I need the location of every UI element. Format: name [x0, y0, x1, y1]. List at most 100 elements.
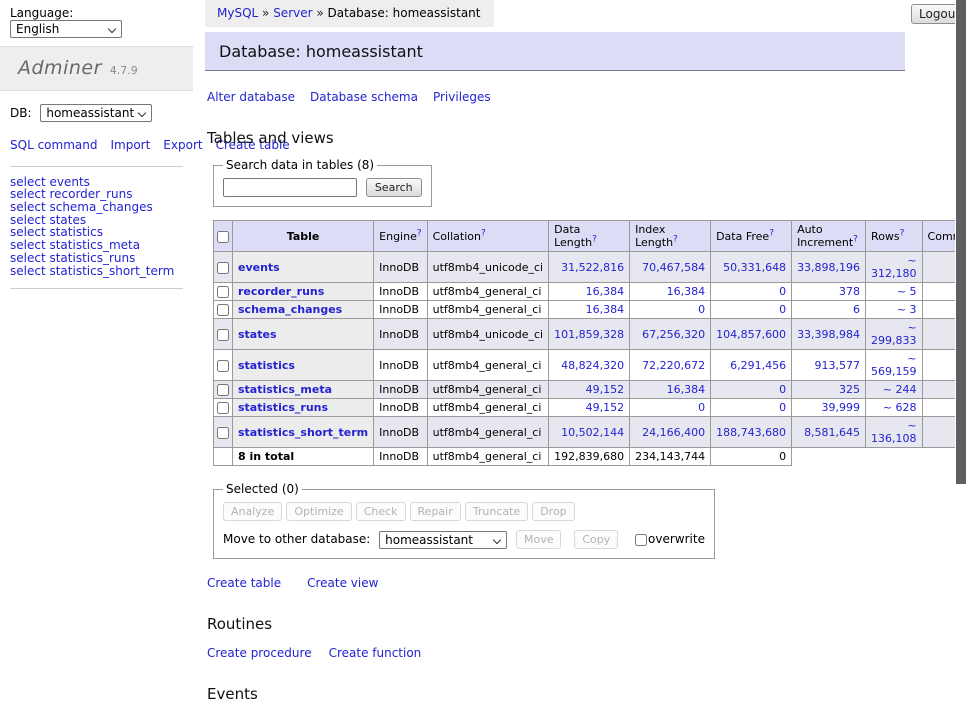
column-header-data-length: Data Length? [549, 221, 630, 252]
breadcrumb-link[interactable]: Server [273, 6, 312, 20]
table-name-link[interactable]: events [238, 261, 280, 274]
rows-estimate-link[interactable]: ~ 5 [897, 285, 917, 298]
column-header-label: Engine [379, 230, 417, 243]
table-name-link[interactable]: statistics_short_term [238, 426, 368, 439]
index-length-cell: 67,256,320 [630, 319, 711, 350]
data-free-cell: 0 [711, 399, 792, 417]
move-database-select[interactable]: homeassistant [379, 531, 507, 549]
row-checkbox[interactable] [217, 402, 229, 414]
move-button[interactable]: Move [516, 530, 562, 549]
database-action-link[interactable]: Privileges [433, 90, 491, 104]
data-free-cell: 0 [711, 301, 792, 319]
row-checkbox[interactable] [217, 262, 229, 274]
bulk-repair-button[interactable]: Repair [410, 502, 461, 521]
db-label: DB: [10, 106, 32, 120]
table-name-cell: recorder_runs [233, 283, 374, 301]
sidebar-action-link[interactable]: Export [163, 138, 202, 152]
column-help: ? [481, 228, 486, 238]
engine-cell: InnoDB [374, 399, 427, 417]
overwrite-option[interactable]: overwrite [635, 532, 705, 546]
search-input[interactable] [223, 178, 357, 197]
rows-estimate-link[interactable]: ~ 3 [897, 303, 917, 316]
table-header-row: TableEngine?Collation?Data Length?Index … [214, 221, 966, 252]
bulk-analyze-button[interactable]: Analyze [223, 502, 282, 521]
database-action-link[interactable]: Alter database [207, 90, 295, 104]
table-name-link[interactable]: statistics [238, 359, 295, 372]
table-name-link[interactable]: schema_changes [238, 303, 342, 316]
rows-estimate-cell: ~ 569,159 [866, 350, 922, 381]
row-checkbox[interactable] [217, 304, 229, 316]
create-function-link[interactable]: Create function [329, 646, 422, 660]
row-checkbox-cell [214, 399, 233, 417]
index-length-cell: 24,166,400 [630, 417, 711, 448]
create-procedure-link[interactable]: Create procedure [207, 646, 312, 660]
row-checkbox[interactable] [217, 286, 229, 298]
rows-estimate-link[interactable]: ~ 628 [883, 401, 917, 414]
auto-increment-cell: 39,999 [792, 399, 866, 417]
copy-button[interactable]: Copy [574, 530, 618, 549]
sidebar-action-link[interactable]: SQL command [10, 138, 97, 152]
database-action-link[interactable]: Database schema [310, 90, 418, 104]
language-label: Language: [10, 6, 73, 20]
sidebar-actions: SQL commandImportExportCreate table [10, 136, 183, 167]
column-help-link[interactable]: ? [481, 228, 486, 238]
bulk-truncate-button[interactable]: Truncate [465, 502, 528, 521]
rows-estimate-link[interactable]: ~ 569,159 [871, 352, 917, 378]
table-row: eventsInnoDButf8mb4_unicode_ci31,522,816… [214, 252, 966, 283]
bulk-drop-button[interactable]: Drop [532, 502, 574, 521]
table-name-link[interactable]: recorder_runs [238, 285, 324, 298]
column-help-link[interactable]: ? [769, 228, 774, 238]
table-row: recorder_runsInnoDButf8mb4_general_ci16,… [214, 283, 966, 301]
engine-cell: InnoDB [374, 301, 427, 319]
chevron-down-icon [138, 109, 146, 117]
language-select[interactable]: English [10, 20, 122, 38]
rows-estimate-link[interactable]: ~ 299,833 [871, 321, 917, 347]
total-engine-cell: InnoDB [374, 448, 427, 466]
table-name-link[interactable]: states [238, 328, 277, 341]
breadcrumb-link[interactable]: MySQL [217, 6, 258, 20]
rows-estimate-link[interactable]: ~ 244 [883, 383, 917, 396]
overwrite-checkbox[interactable] [635, 534, 647, 546]
bulk-optimize-button[interactable]: Optimize [286, 502, 351, 521]
data-free-cell: 0 [711, 283, 792, 301]
create-table-link[interactable]: Create table [207, 576, 281, 590]
column-help: ? [592, 234, 597, 244]
bulk-check-button[interactable]: Check [356, 502, 406, 521]
row-checkbox[interactable] [217, 384, 229, 396]
column-help-link[interactable]: ? [900, 228, 905, 238]
rows-estimate-link[interactable]: ~ 312,180 [871, 254, 917, 280]
rows-estimate-link[interactable]: ~ 136,108 [871, 419, 917, 445]
chevron-down-icon [108, 25, 116, 33]
scrollbar-thumb[interactable] [956, 0, 966, 484]
column-help-link[interactable]: ? [417, 228, 422, 238]
create-view-link[interactable]: Create view [307, 576, 378, 590]
collation-cell: utf8mb4_general_ci [427, 283, 548, 301]
select-all-checkbox[interactable] [217, 231, 229, 243]
row-checkbox-cell [214, 381, 233, 399]
engine-cell: InnoDB [374, 252, 427, 283]
row-checkbox[interactable] [217, 360, 229, 372]
brand-title: Adminer [18, 57, 102, 79]
total-empty-cell [792, 448, 866, 466]
index-length-cell: 70,467,584 [630, 252, 711, 283]
column-help-link[interactable]: ? [853, 234, 858, 244]
collation-cell: utf8mb4_general_ci [427, 301, 548, 319]
column-help-link[interactable]: ? [592, 234, 597, 244]
auto-increment-cell: 33,398,984 [792, 319, 866, 350]
db-select[interactable]: homeassistant [40, 104, 152, 122]
column-header-data-free: Data Free? [711, 221, 792, 252]
table-row: schema_changesInnoDButf8mb4_general_ci16… [214, 301, 966, 319]
table-name-cell: statistics_short_term [233, 417, 374, 448]
table-row: statisticsInnoDButf8mb4_general_ci48,824… [214, 350, 966, 381]
sidebar-action-link[interactable]: Import [110, 138, 150, 152]
row-checkbox[interactable] [217, 427, 229, 439]
breadcrumb-separator: » [313, 6, 328, 20]
table-name-link[interactable]: statistics_meta [238, 383, 332, 396]
table-name-link[interactable]: statistics_runs [238, 401, 328, 414]
search-button[interactable]: Search [366, 178, 422, 197]
total-data-length-cell: 192,839,680 [549, 448, 630, 466]
column-help: ? [900, 228, 905, 238]
sidebar-table-link[interactable]: select statistics_short_term [10, 264, 174, 278]
column-help-link[interactable]: ? [673, 234, 678, 244]
row-checkbox[interactable] [217, 329, 229, 341]
